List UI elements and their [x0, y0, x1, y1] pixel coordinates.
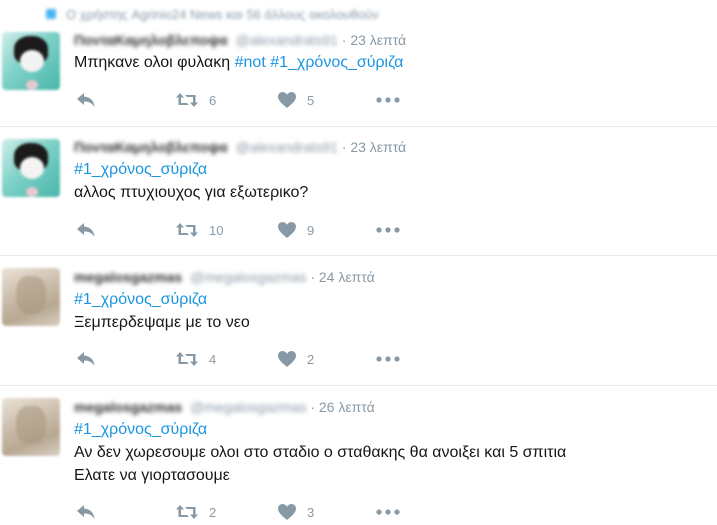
retweet-button[interactable]: 2 [175, 502, 216, 522]
more-button[interactable] [376, 90, 400, 110]
user-handle[interactable]: @megalosgazmas [190, 269, 306, 285]
more-button[interactable] [376, 502, 400, 522]
reply-icon [77, 93, 95, 107]
tweet-text: Μπηκανε ολοι φυλακη #not #1_χρόνος_σύριζ… [74, 51, 403, 74]
like-count: 9 [307, 222, 315, 238]
hashtag-link[interactable]: #1_χρόνος_σύριζα [74, 288, 250, 311]
heart-icon [278, 351, 296, 367]
reply-button[interactable] [76, 502, 96, 522]
retweet-icon [176, 223, 198, 237]
heart-icon [278, 92, 296, 108]
avatar[interactable] [2, 398, 60, 456]
hashtag-link[interactable]: #1_χρόνος_σύριζα [270, 54, 403, 71]
tweet-text-line: Ξεμπερδεψαμε με το νεο [74, 314, 250, 331]
tweet[interactable]: megalosgazmas @megalosgazmas · 24 λεπτά … [0, 256, 717, 385]
like-button[interactable]: 2 [277, 349, 314, 369]
tweet-header: megalosgazmas @megalosgazmas · 24 λεπτά [74, 269, 375, 285]
user-name[interactable]: megalosgazmas [74, 399, 182, 415]
reply-icon [77, 352, 95, 366]
retweet-button[interactable]: 10 [175, 220, 223, 240]
timestamp[interactable]: · 26 λεπτά [310, 399, 374, 415]
retweet-count: 4 [209, 351, 217, 367]
avatar[interactable] [2, 32, 60, 90]
retweet-count: 2 [209, 504, 217, 520]
reply-button[interactable] [76, 349, 96, 369]
more-button[interactable] [376, 349, 400, 369]
avatar[interactable] [2, 139, 60, 197]
tweet-text-line: Ελατε να γιορτασουμε [74, 467, 230, 484]
like-count: 2 [307, 351, 315, 367]
retweet-count: 10 [209, 222, 224, 238]
retweet-icon [176, 352, 198, 366]
tweet[interactable]: ΠονταΚαμηλοβλεποψα @alexandrats91 · 23 λ… [0, 127, 717, 255]
heart-icon [278, 222, 296, 238]
reply-button[interactable] [76, 220, 96, 240]
user-name[interactable]: megalosgazmas [74, 269, 182, 285]
hashtag-link[interactable]: #not [235, 54, 266, 71]
tweet-text: #1_χρόνος_σύριζα Αν δεν χωρεσουμε ολοι σ… [74, 418, 566, 487]
user-handle[interactable]: @alexandrats91 [236, 32, 338, 48]
hashtag-link[interactable]: #1_χρόνος_σύριζα [74, 158, 308, 181]
retweet-button[interactable]: 6 [175, 90, 216, 110]
more-icon [376, 227, 400, 233]
retweet-icon [176, 505, 198, 519]
tweet-header: ΠονταΚαμηλοβλεποψα @alexandrats91 · 23 λ… [74, 139, 406, 155]
retweet-button[interactable]: 4 [175, 349, 216, 369]
user-name[interactable]: ΠονταΚαμηλοβλεποψα [74, 139, 228, 155]
tweet-text-line: αλλος πτυχιουχος για εξωτερικο? [74, 184, 309, 201]
timestamp[interactable]: · 23 λεπτά [342, 32, 406, 48]
like-button[interactable]: 3 [277, 502, 314, 522]
reply-icon [77, 223, 95, 237]
heart-icon [278, 504, 296, 520]
more-icon [376, 356, 400, 362]
reply-icon [77, 505, 95, 519]
like-button[interactable]: 5 [277, 90, 314, 110]
tweet-header: ΠονταΚαμηλοβλεποψα @alexandrats91 · 23 λ… [74, 32, 406, 48]
tweet-text: #1_χρόνος_σύριζα αλλος πτυχιουχος για εξ… [74, 158, 308, 204]
user-handle[interactable]: @megalosgazmas [190, 399, 306, 415]
timestamp[interactable]: · 23 λεπτά [342, 139, 406, 155]
user-name[interactable]: ΠονταΚαμηλοβλεποψα [74, 32, 228, 48]
reply-button[interactable] [76, 90, 96, 110]
timestamp[interactable]: · 24 λεπτά [310, 269, 374, 285]
like-button[interactable]: 9 [277, 220, 314, 240]
tweet[interactable]: megalosgazmas @megalosgazmas · 26 λεπτά … [0, 386, 717, 525]
retweet-count: 6 [209, 92, 217, 108]
more-button[interactable] [376, 220, 400, 240]
retweet-icon [176, 93, 198, 107]
user-handle[interactable]: @alexandrats91 [236, 139, 338, 155]
avatar[interactable] [2, 268, 60, 326]
tweet-text-line: Αν δεν χωρεσουμε ολοι στο σταδιο ο σταθα… [74, 444, 567, 461]
more-icon [376, 509, 400, 515]
hashtag-link[interactable]: #1_χρόνος_σύριζα [74, 418, 566, 441]
tweet-text-part: Μπηκανε ολοι φυλακη [74, 54, 235, 71]
like-count: 3 [307, 504, 315, 520]
tweet-text: #1_χρόνος_σύριζα Ξεμπερδεψαμε με το νεο [74, 288, 250, 334]
tweet-header: megalosgazmas @megalosgazmas · 26 λεπτά [74, 399, 375, 415]
like-count: 5 [307, 92, 315, 108]
tweet[interactable]: ΠονταΚαμηλοβλεποψα @alexandrats91 · 23 λ… [0, 0, 717, 126]
more-icon [376, 97, 400, 103]
